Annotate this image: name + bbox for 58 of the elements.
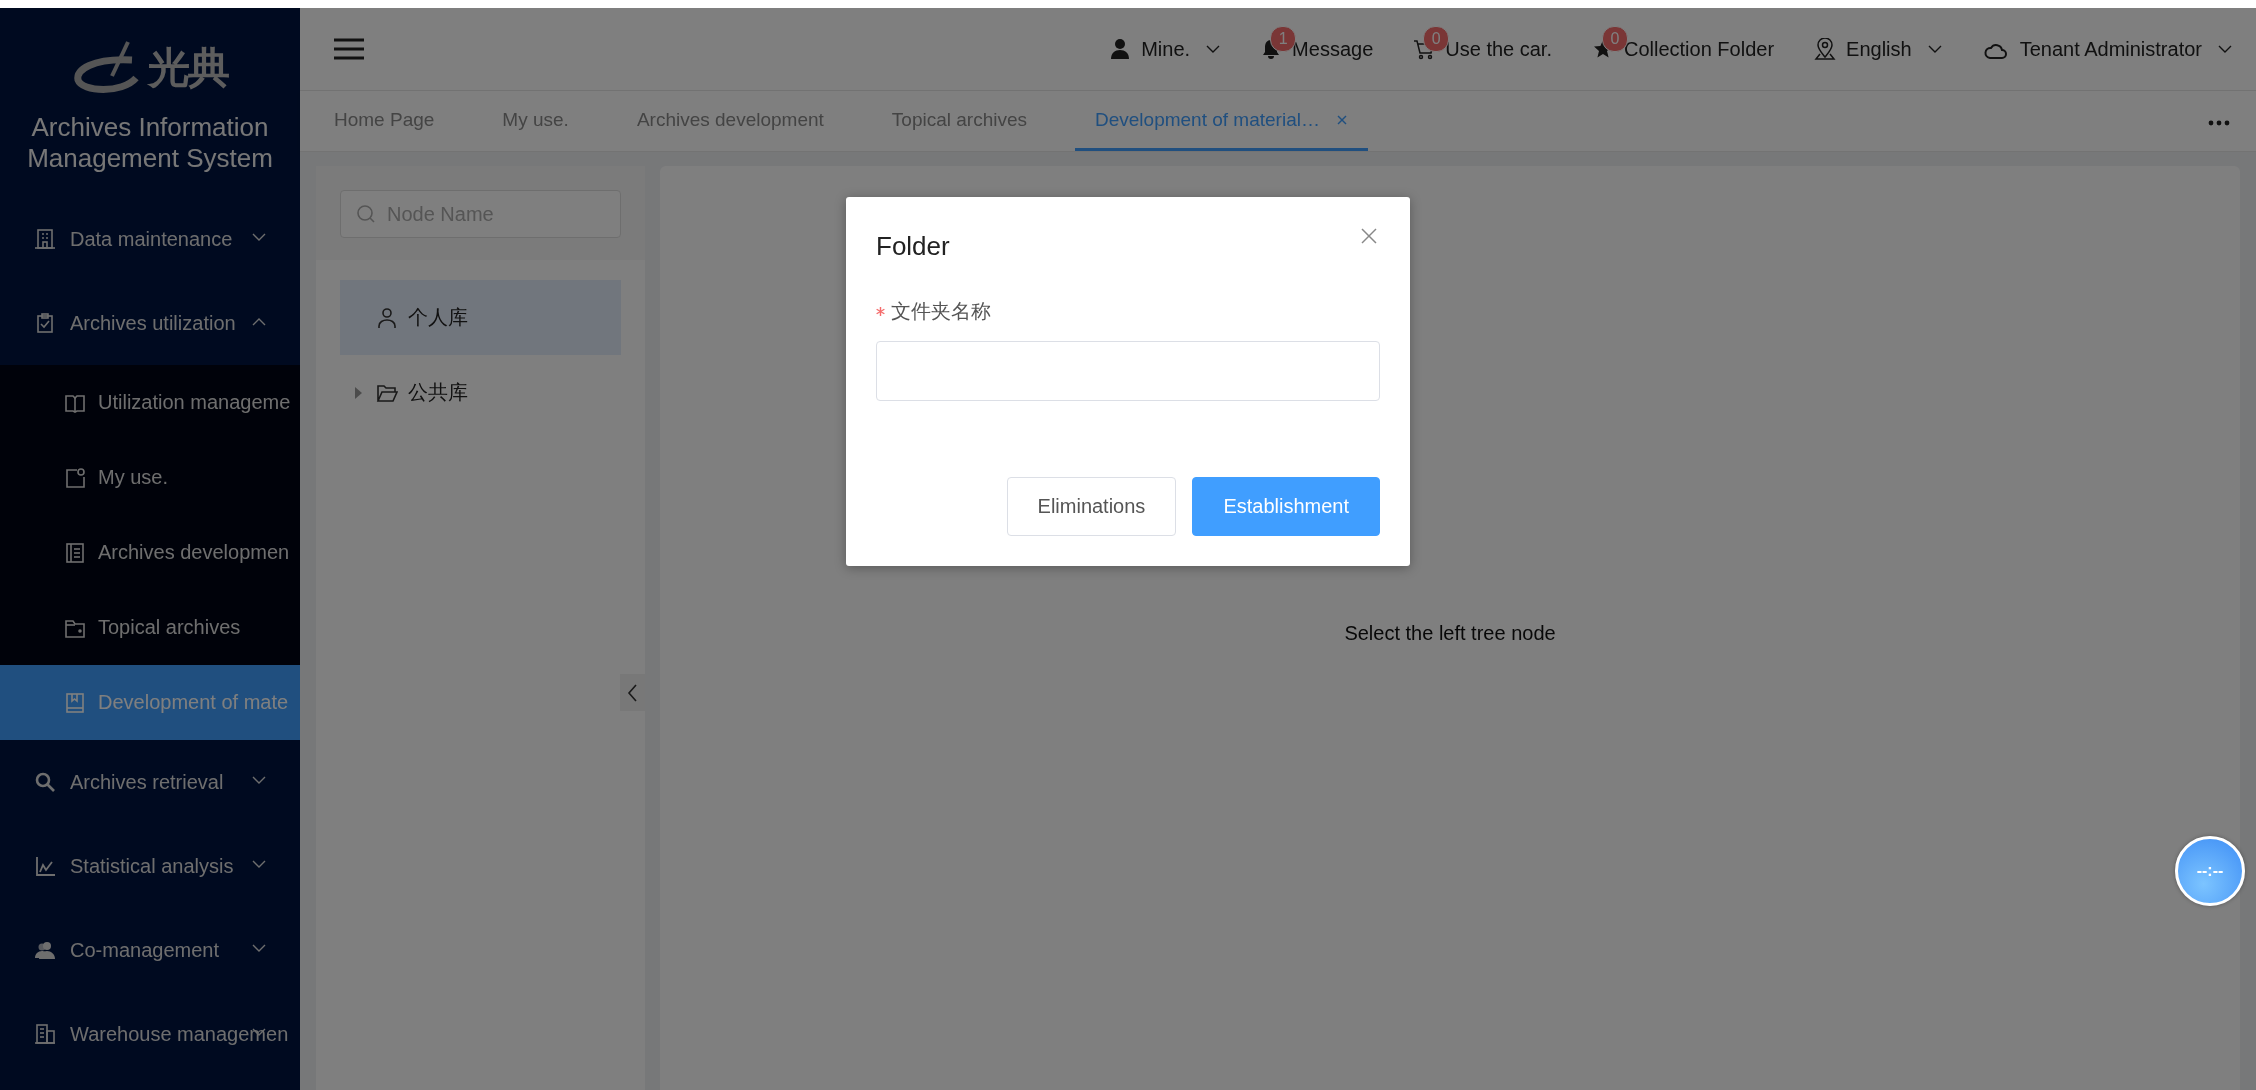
chevron-left-icon <box>626 683 639 702</box>
note-icon <box>64 466 86 489</box>
tab[interactable]: Home Page <box>314 91 455 151</box>
search-icon <box>356 204 376 224</box>
menu-item[interactable]: Archives utilization <box>0 281 300 365</box>
person-icon <box>376 306 398 329</box>
cancel-button[interactable]: Eliminations <box>1006 477 1177 536</box>
chevron-icon <box>2218 44 2232 54</box>
map-pin-icon <box>1814 38 1837 60</box>
menu-item[interactable]: Archives retrieval <box>0 740 300 824</box>
document-list-icon <box>64 541 86 564</box>
menu-item[interactable]: Data maintenance <box>0 197 300 281</box>
field-label: 文件夹名称 <box>891 299 991 324</box>
bookmark-book-icon <box>64 691 86 714</box>
submenu-item[interactable]: Archives developmen <box>0 515 300 590</box>
system-title: Archives Information Management System <box>26 112 274 174</box>
user-menu[interactable]: Mine. <box>1109 23 1221 75</box>
submenu-item[interactable]: Utilization manageme <box>0 365 300 440</box>
people-icon <box>34 939 56 961</box>
header-link[interactable]: 0 Use the car. <box>1413 23 1552 75</box>
dialog-title: Folder <box>876 231 950 262</box>
search-icon <box>34 771 56 793</box>
create-button[interactable]: Establishment <box>1192 477 1380 536</box>
empty-message: Select the left tree node <box>1344 621 1556 645</box>
collapse-button[interactable] <box>620 674 645 711</box>
close-icon <box>1335 113 1348 126</box>
user-icon <box>1109 38 1132 60</box>
language-selector[interactable]: English <box>1814 23 1942 75</box>
chevron-icon <box>252 944 266 953</box>
chevron-icon <box>1206 44 1221 54</box>
tab[interactable]: My use. <box>482 91 589 151</box>
chevron-icon <box>252 860 266 869</box>
tab[interactable]: Archives development <box>616 91 844 151</box>
logo-text: 光典 <box>148 43 228 93</box>
chevron-icon <box>252 1028 266 1037</box>
menu-icon <box>334 37 364 61</box>
submenu-item[interactable]: Development of mate <box>0 665 300 740</box>
line-chart-icon <box>34 855 56 877</box>
menu-item[interactable]: Statistical analysis <box>0 824 300 908</box>
submenu-item[interactable]: Topical archives <box>0 590 300 665</box>
tab[interactable]: Topical archives <box>871 91 1047 151</box>
tree-node[interactable]: 个人库 <box>340 280 621 355</box>
menu-item[interactable]: Warehouse managemen <box>0 992 300 1076</box>
close-icon <box>1360 227 1378 245</box>
chevron-icon <box>1927 44 1942 54</box>
folder-name-input[interactable] <box>876 341 1380 401</box>
chevron-icon <box>252 317 266 326</box>
office-building-icon <box>34 1023 56 1045</box>
expand-triangle-icon <box>353 386 363 399</box>
tree-node[interactable]: 公共库 <box>340 355 621 430</box>
chevron-icon <box>252 776 266 785</box>
clipboard-check-icon <box>34 312 56 334</box>
more-icon <box>2208 120 2230 126</box>
building-icon <box>34 228 56 250</box>
menu-item[interactable]: Co-management <box>0 908 300 992</box>
account-menu[interactable]: Tenant Administrator <box>1981 23 2232 75</box>
submenu-item[interactable]: My use. <box>0 440 300 515</box>
chevron-icon <box>252 233 266 242</box>
